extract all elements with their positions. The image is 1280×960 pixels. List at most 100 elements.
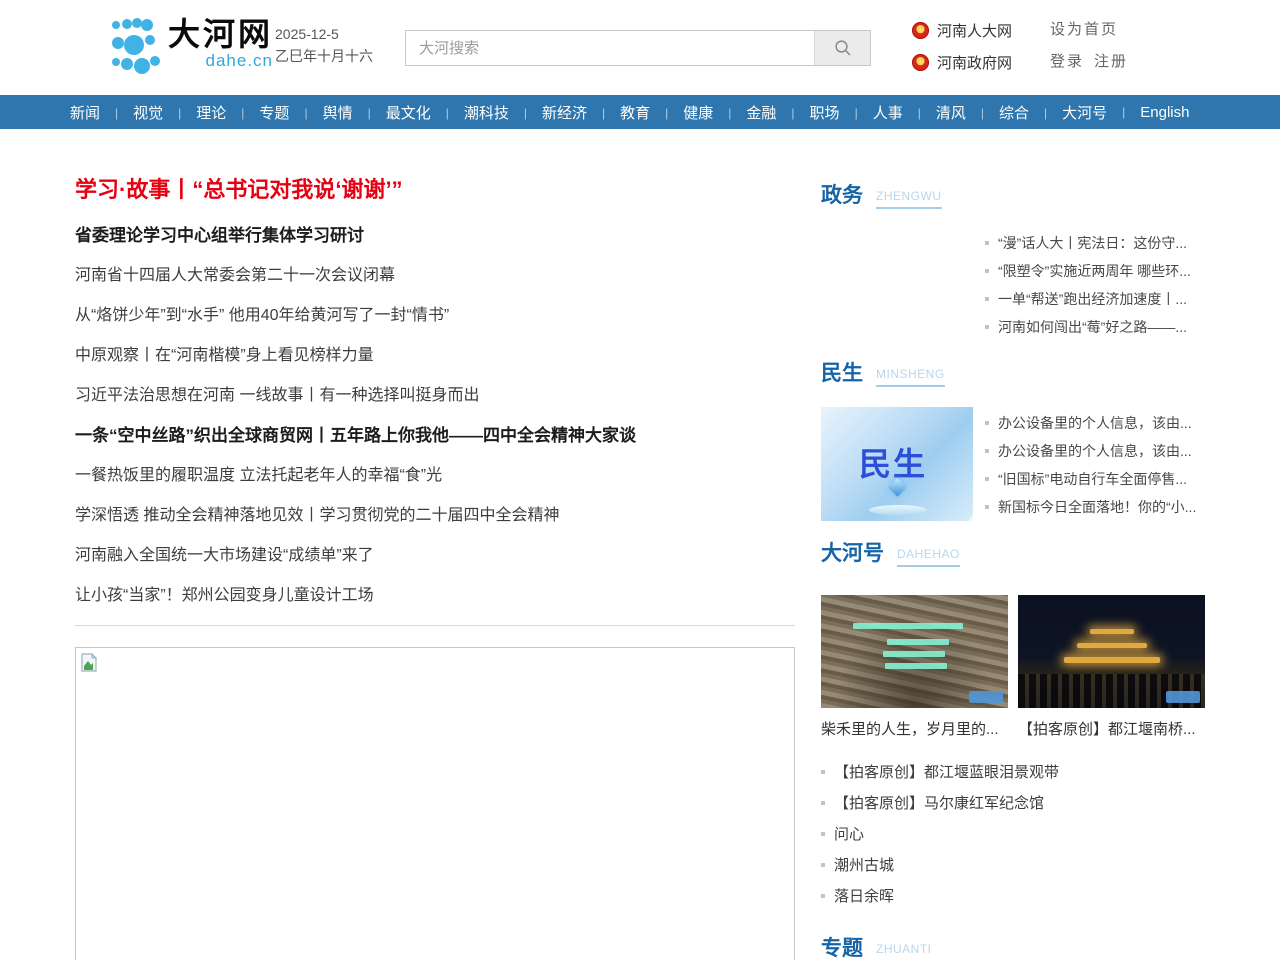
nav-item-qingfeng[interactable]: 清风: [903, 102, 966, 123]
headline-column: 学习·故事丨“总书记对我说‘谢谢’” 省委理论学习中心组举行集体学习研讨 河南省…: [70, 129, 795, 960]
temple-roof-decoration: [1064, 657, 1160, 663]
headline-item[interactable]: 从“烙饼少年”到“水手” 他用40年给黄河写了一封“情书”: [75, 296, 795, 336]
list-item[interactable]: 新国标今日全面落地！你的“小...: [985, 493, 1205, 521]
dahehao-thumbnail-temple[interactable]: [1018, 595, 1205, 708]
bullet-icon: [821, 832, 825, 836]
section-pinyin-zhengwu: ZHENGWU: [876, 190, 942, 209]
thumbnail-caption[interactable]: 柴禾里的人生，岁月里的...: [821, 718, 1008, 739]
list-item[interactable]: “限塑令”实施近两周年 哪些环...: [985, 257, 1205, 285]
section-zhengwu: 政务 ZHENGWU “漫”话人大丨宪法日：这份守... “限塑令”实施近两周年…: [821, 183, 1205, 341]
bullet-icon: [821, 894, 825, 898]
nav-item-culture[interactable]: 最文化: [353, 102, 431, 123]
sidebar: 政务 ZHENGWU “漫”话人大丨宪法日：这份守... “限塑令”实施近两周年…: [821, 129, 1205, 960]
logo-title: 大河网: [168, 16, 273, 52]
list-item[interactable]: 落日余晖: [821, 881, 1205, 912]
section-title-zhuanti: 专题: [821, 936, 863, 960]
nav-item-tech[interactable]: 潮科技: [431, 102, 509, 123]
gov-link-zhengfu[interactable]: ★ 河南政府网: [912, 50, 1012, 74]
bullet-icon: [985, 325, 989, 329]
list-item[interactable]: “漫”话人大丨宪法日：这份守...: [985, 229, 1205, 257]
nav-item-education[interactable]: 教育: [587, 102, 650, 123]
top-headline[interactable]: 学习·故事丨“总书记对我说‘谢谢’”: [75, 175, 795, 205]
nav-item-economy[interactable]: 新经济: [509, 102, 587, 123]
headline-item[interactable]: 河南省十四届人大常委会第二十一次会议闭幕: [75, 256, 795, 296]
headline-item[interactable]: 中原观察丨在“河南楷模”身上看见榜样力量: [75, 336, 795, 376]
gov-link-label: 河南人大网: [937, 20, 1012, 41]
headline-item[interactable]: 一条“空中丝路”织出全球商贸网丨五年路上你我他——四中全会精神大家谈: [75, 416, 795, 456]
search-icon: [834, 39, 852, 57]
search-button[interactable]: [814, 31, 870, 65]
search-input[interactable]: [406, 31, 814, 65]
nav-item-health[interactable]: 健康: [650, 102, 713, 123]
dahehao-thumbnail-firewood[interactable]: [821, 595, 1008, 708]
headline-item[interactable]: 河南融入全国统一大市场建设“成绩单”来了: [75, 536, 795, 576]
overlay-text-decoration: [853, 623, 963, 629]
overlay-text-decoration: [887, 639, 949, 645]
nav-item-zonghe[interactable]: 综合: [966, 102, 1029, 123]
bullet-icon: [985, 449, 989, 453]
dahehao-watermark-icon: [1166, 691, 1200, 703]
list-item[interactable]: 【拍客原创】马尔康红军纪念馆: [821, 788, 1205, 819]
broken-image-icon: [81, 653, 98, 672]
nav-item-yuqing[interactable]: 舆情: [289, 102, 352, 123]
nav-item-english[interactable]: English: [1107, 104, 1189, 121]
thumbnail-caption[interactable]: 【拍客原创】都江堰南桥...: [1018, 718, 1205, 739]
list-item[interactable]: “旧国标”电动自行车全面停售...: [985, 465, 1205, 493]
minsheng-thumbnail[interactable]: 民生: [821, 407, 973, 521]
overlay-text-decoration: [883, 651, 945, 657]
zhengwu-list: “漫”话人大丨宪法日：这份守... “限塑令”实施近两周年 哪些环... 一单“…: [985, 229, 1205, 341]
temple-roof-decoration: [1077, 643, 1147, 648]
nav-item-finance[interactable]: 金融: [713, 102, 776, 123]
register-link[interactable]: 注册: [1094, 50, 1128, 74]
nav-item-theory[interactable]: 理论: [163, 102, 226, 123]
list-item[interactable]: 潮州古城: [821, 850, 1205, 881]
logo-bubbles-icon: [110, 16, 162, 74]
nav-item-visual[interactable]: 视觉: [100, 102, 163, 123]
gov-links: ★ 河南人大网 ★ 河南政府网: [912, 18, 1012, 82]
section-title-zhengwu: 政务: [821, 183, 863, 209]
site-logo[interactable]: 大河网 dahe.cn: [110, 16, 273, 74]
gov-link-label: 河南政府网: [937, 52, 1012, 73]
overlay-text-decoration: [885, 663, 947, 669]
list-item[interactable]: 河南如何闯出“莓”好之路——...: [985, 313, 1205, 341]
list-item[interactable]: 办公设备里的个人信息，该由...: [985, 437, 1205, 465]
headline-item[interactable]: 让小孩“当家”！郑州公园变身儿童设计工场: [75, 576, 795, 616]
feature-image-placeholder[interactable]: [75, 647, 795, 960]
login-link[interactable]: 登录: [1050, 50, 1084, 74]
dahehao-list: 【拍客原创】都江堰蓝眼泪景观带 【拍客原创】马尔康红军纪念馆 问心 潮州古城 落…: [821, 757, 1205, 912]
gov-link-renda[interactable]: ★ 河南人大网: [912, 18, 1012, 42]
quick-links: 设为首页 登录 注册: [1050, 18, 1128, 82]
section-dahehao: 大河号 DAHEHAO: [821, 541, 1205, 912]
logo-domain: dahe.cn: [168, 52, 273, 70]
site-header: 大河网 dahe.cn 2025-12-5 乙巳年十月十六 ★ 河南人大网: [0, 0, 1280, 95]
list-item[interactable]: 问心: [821, 819, 1205, 850]
nav-item-news[interactable]: 新闻: [70, 102, 100, 123]
section-pinyin-dahehao: DAHEHAO: [897, 548, 960, 567]
main-content: 学习·故事丨“总书记对我说‘谢谢’” 省委理论学习中心组举行集体学习研讨 河南省…: [70, 129, 1210, 960]
nav-item-dahehao[interactable]: 大河号: [1029, 102, 1107, 123]
bullet-icon: [985, 505, 989, 509]
list-item[interactable]: 办公设备里的个人信息，该由...: [985, 409, 1205, 437]
bullet-icon: [985, 297, 989, 301]
headline-item[interactable]: 习近平法治思想在河南 一线故事丨有一种选择叫挺身而出: [75, 376, 795, 416]
nav-item-renshi[interactable]: 人事: [840, 102, 903, 123]
section-divider: [75, 625, 795, 626]
section-title-dahehao: 大河号: [821, 541, 884, 567]
set-home-link[interactable]: 设为首页: [1050, 18, 1118, 42]
date-gregorian: 2025-12-5: [275, 23, 373, 45]
bullet-icon: [985, 269, 989, 273]
list-item[interactable]: 一单“帮送”跑出经济加速度丨...: [985, 285, 1205, 313]
national-emblem-icon: ★: [912, 54, 929, 71]
section-zhuanti: 专题 ZHUANTI: [821, 936, 1205, 960]
dahehao-watermark-icon: [969, 691, 1003, 703]
headline-item[interactable]: 一餐热饭里的履职温度 立法托起老年人的幸福“食”光: [75, 456, 795, 496]
nav-item-special[interactable]: 专题: [226, 102, 289, 123]
nav-item-career[interactable]: 职场: [776, 102, 839, 123]
headline-item[interactable]: 学深悟透 推动全会精神落地见效丨学习贯彻党的二十届四中全会精神: [75, 496, 795, 536]
search-bar: [405, 30, 871, 66]
headline-item[interactable]: 省委理论学习中心组举行集体学习研讨: [75, 216, 795, 256]
list-item[interactable]: 【拍客原创】都江堰蓝眼泪景观带: [821, 757, 1205, 788]
date-lunar: 乙巳年十月十六: [275, 45, 373, 67]
section-title-minsheng: 民生: [821, 361, 863, 387]
pedestal-decoration: [869, 505, 927, 515]
